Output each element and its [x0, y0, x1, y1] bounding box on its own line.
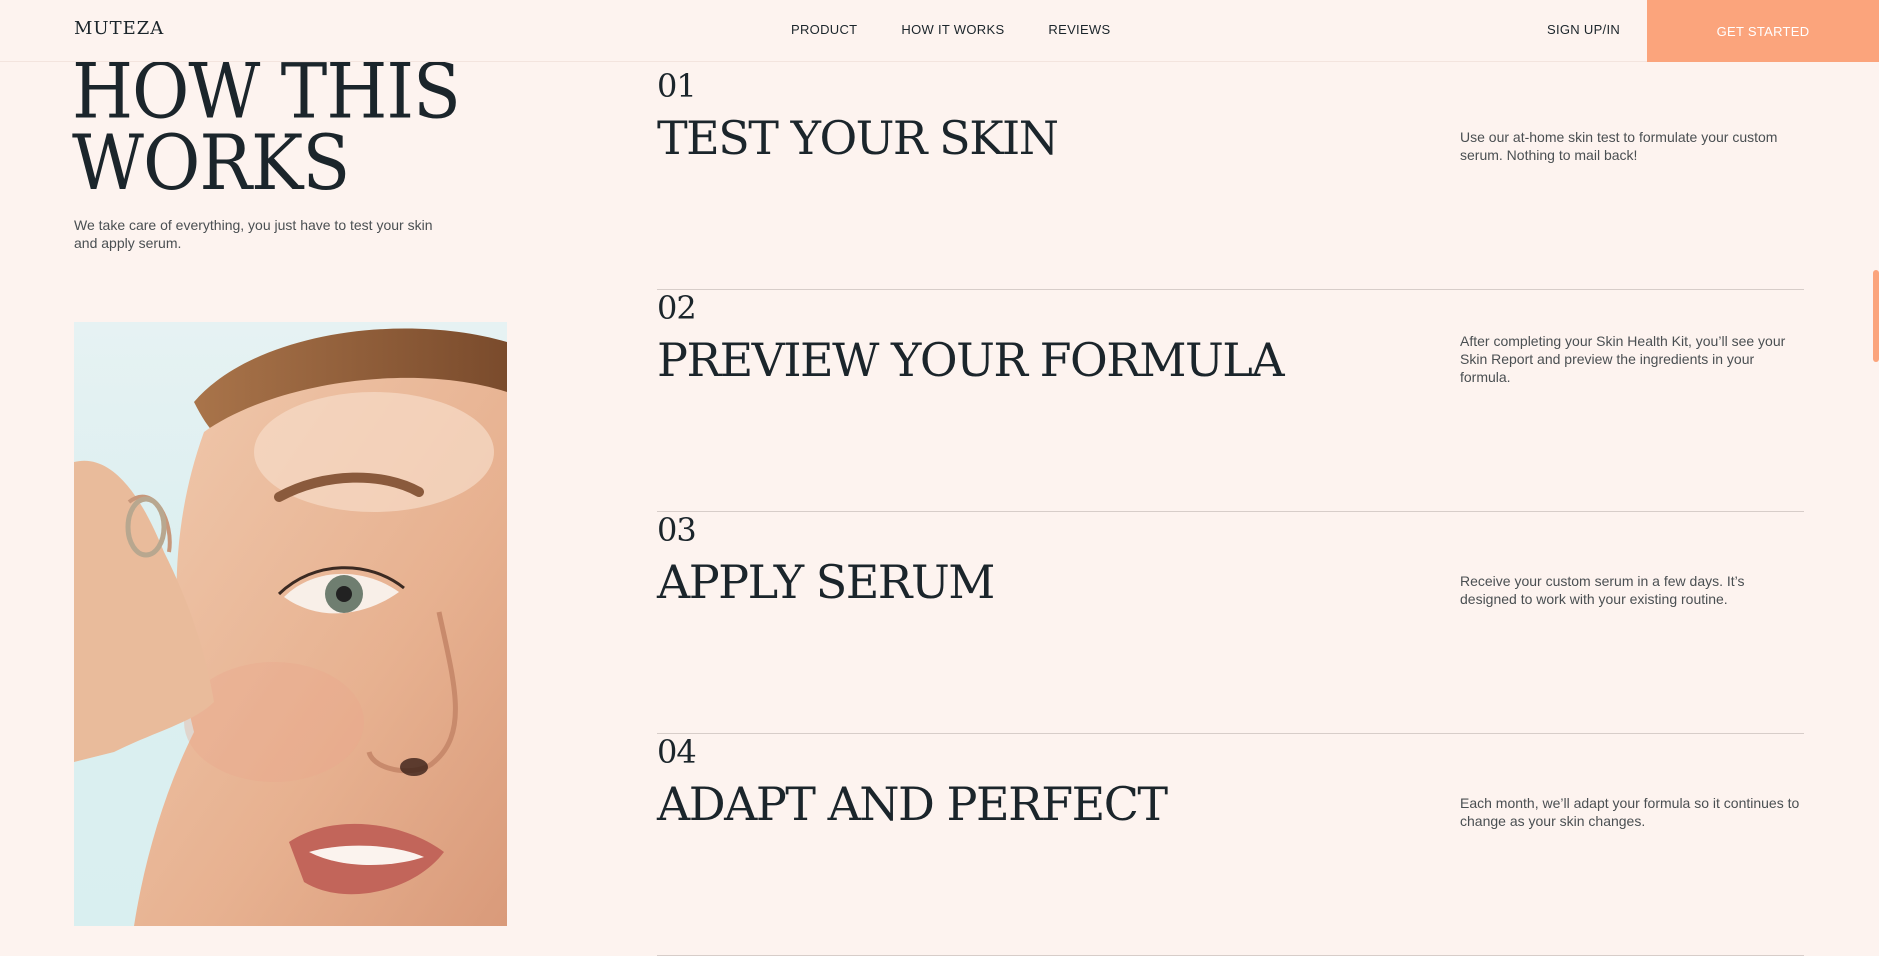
- step-title: TEST YOUR SKIN: [657, 111, 1059, 165]
- get-started-button[interactable]: GET STARTED: [1647, 0, 1879, 62]
- step-title: APPLY SERUM: [657, 555, 995, 609]
- step-description: Each month, we’ll adapt your formula so …: [1460, 795, 1800, 829]
- nav-link-product[interactable]: PRODUCT: [791, 22, 857, 37]
- step-item: 03 APPLY SERUM Receive your custom serum…: [657, 512, 1804, 734]
- step-item: 01 TEST YOUR SKIN Use our at-home skin t…: [657, 68, 1804, 290]
- sign-up-in-link[interactable]: SIGN UP/IN: [1547, 22, 1620, 37]
- scrollbar-thumb[interactable]: [1873, 270, 1879, 362]
- step-number: 02: [657, 289, 697, 327]
- step-title: ADAPT AND PERFECT: [657, 777, 1168, 831]
- brand-logo[interactable]: MUTEZA: [74, 18, 164, 39]
- step-description: Use our at-home skin test to formulate y…: [1460, 129, 1778, 163]
- step-number: 01: [657, 67, 697, 105]
- step-item: 04 ADAPT AND PERFECT Each month, we’ll a…: [657, 734, 1804, 956]
- page-title: HOW THIS WORKS: [72, 47, 461, 208]
- step-item: 02 PREVIEW YOUR FORMULA After completing…: [657, 290, 1804, 512]
- step-title: PREVIEW YOUR FORMULA: [657, 333, 1285, 387]
- page-subtitle: We take care of everything, you just hav…: [74, 217, 433, 251]
- step-number: 03: [657, 511, 697, 549]
- nav-link-reviews[interactable]: REVIEWS: [1048, 22, 1110, 37]
- face-illustration: [74, 328, 507, 926]
- step-description: Receive your custom serum in a few days.…: [1460, 573, 1745, 607]
- top-navigation: MUTEZA PRODUCT HOW IT WORKS REVIEWS SIGN…: [0, 0, 1879, 62]
- nav-links: PRODUCT HOW IT WORKS REVIEWS: [791, 22, 1110, 37]
- model-face-photo: [74, 322, 507, 926]
- step-number: 04: [657, 733, 697, 771]
- step-description: After completing your Skin Health Kit, y…: [1460, 333, 1786, 385]
- nav-link-how-it-works[interactable]: HOW IT WORKS: [901, 22, 1004, 37]
